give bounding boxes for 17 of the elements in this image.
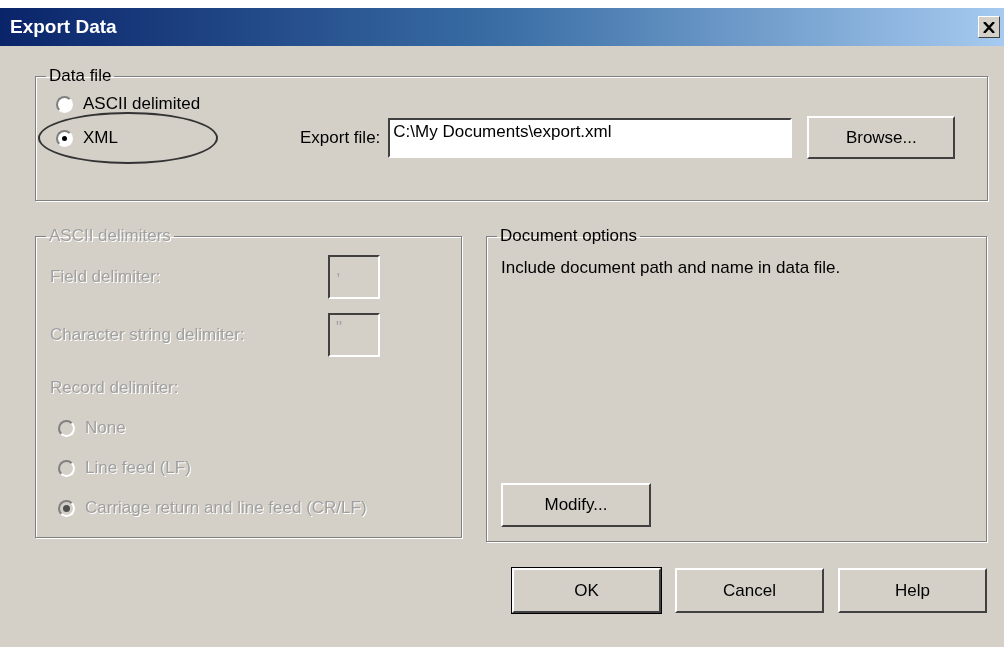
radio-button[interactable]: [56, 129, 73, 147]
window-title: Export Data: [10, 16, 117, 38]
dialog-button[interactable]: OK: [512, 568, 661, 613]
browse-button[interactable]: Browse...: [807, 116, 956, 159]
description-text: Include document path and name in data file.: [501, 258, 842, 278]
radio-button[interactable]: [56, 95, 73, 113]
radio-option[interactable]: XML: [38, 112, 218, 164]
group-title: Document options: [499, 226, 639, 246]
modify-button[interactable]: Modify...: [501, 483, 651, 527]
dialog-button[interactable]: Help: [838, 568, 987, 613]
group-title: Data file: [48, 66, 113, 86]
export-file-field[interactable]: C:\My Documents\export.xml: [388, 117, 793, 158]
field-label: Export file:: [300, 127, 381, 148]
close-button[interactable]: [978, 16, 1000, 38]
close-icon: [983, 21, 995, 33]
group-title: ASCII delimiters: [48, 226, 172, 246]
dialog-button[interactable]: Cancel: [675, 568, 824, 613]
